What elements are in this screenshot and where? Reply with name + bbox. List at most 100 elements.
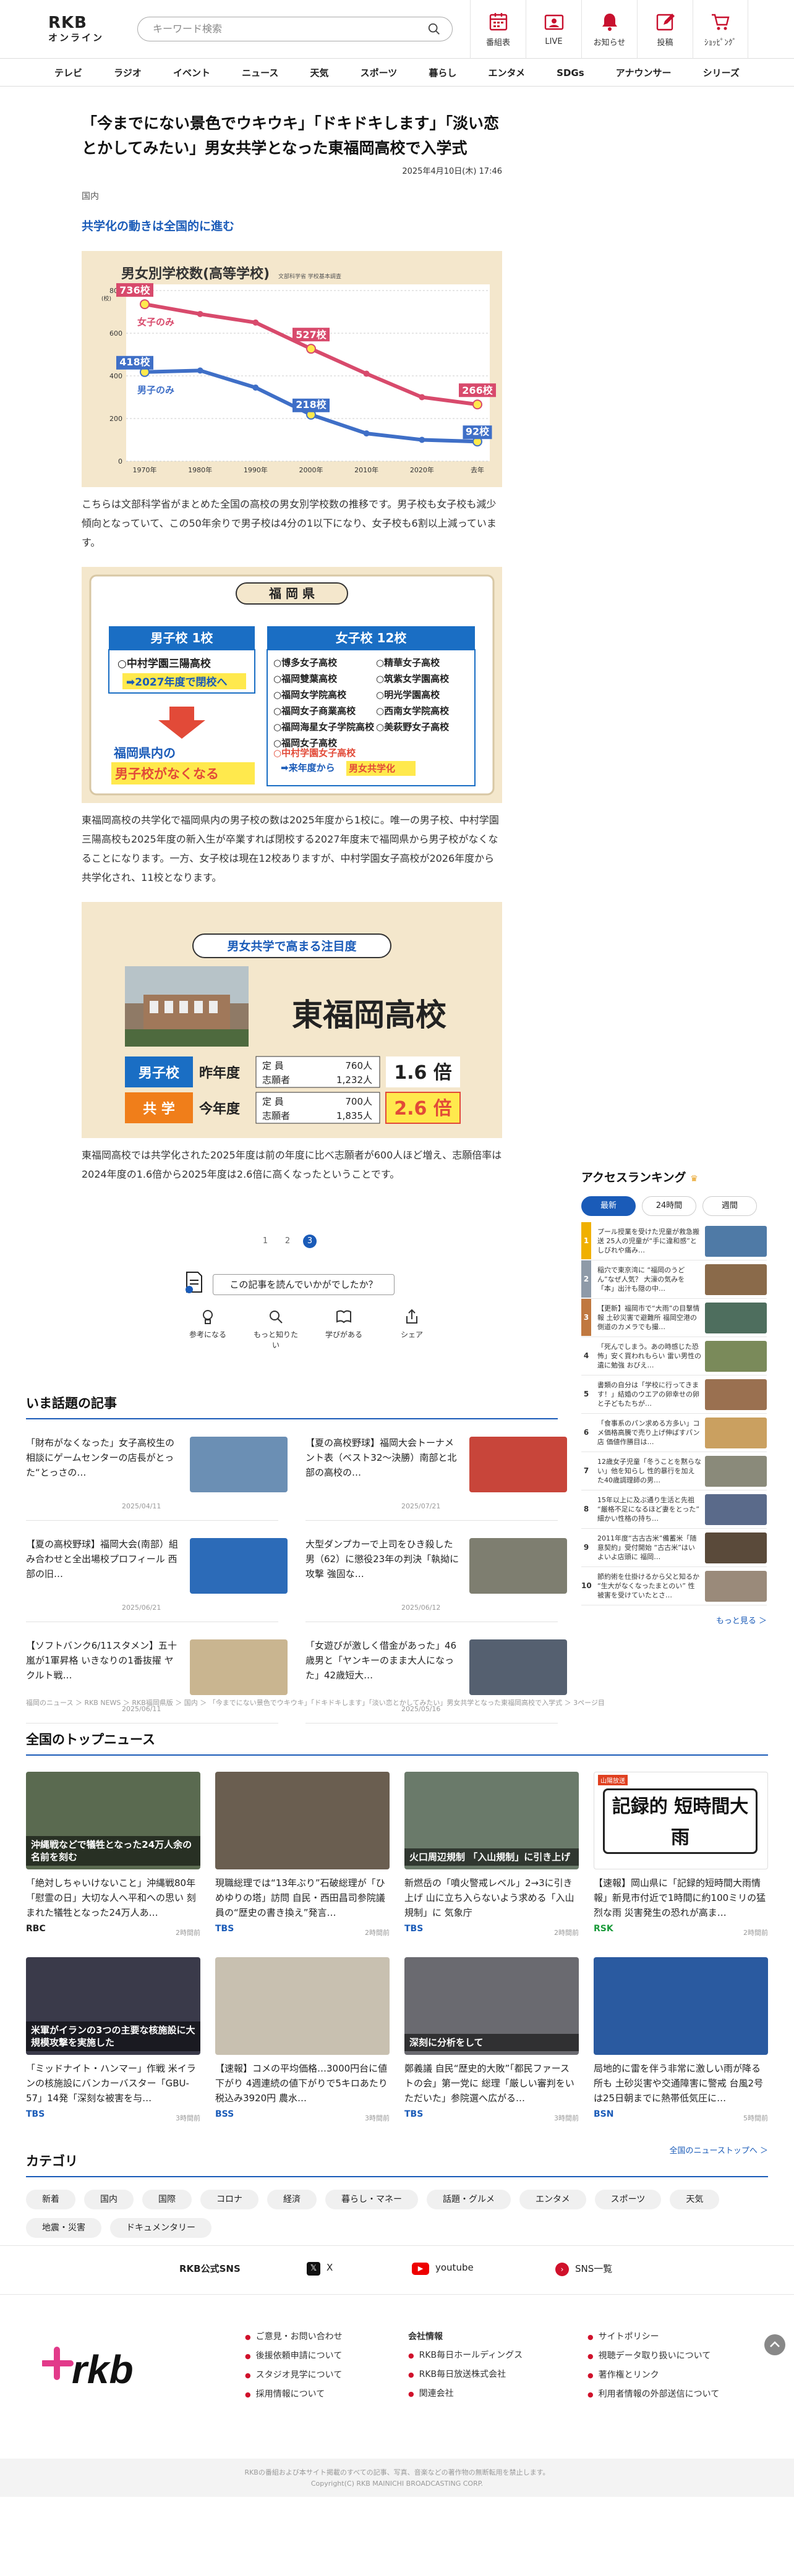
footer-link[interactable]: ● サイトポリシー [587,2327,719,2347]
footer-link[interactable]: ● 利用者情報の外部送信について [587,2385,719,2404]
feedback-helpful-button[interactable]: 参考になる [183,1308,233,1350]
feedback-more-button[interactable]: もっと知りたい [251,1308,301,1350]
gnav-item-3[interactable]: ニュース [242,59,278,86]
share-button[interactable]: シェア [387,1308,437,1350]
breadcrumb[interactable]: 福岡のニュース ＞ RKB NEWS ＞ RKB福岡県版 ＞ 国内 ＞ 「今まで… [26,1698,605,1707]
gnav-item-7[interactable]: エンタメ [489,59,526,86]
footer-link[interactable]: ● 視聴データ取り扱いについて [587,2347,719,2366]
post-link[interactable]: 投稿 [637,0,693,59]
gnav-item-6[interactable]: 暮らし [429,59,456,86]
ranking-item[interactable]: 8 15年以上に及ぶ通り生活と先祖 “厳格不足になるほど妻をとった” 細かい性格の… [581,1490,767,1529]
page-3[interactable]: 3 [303,1235,317,1248]
chart-point [306,344,316,354]
chart-ytick: 600 [109,329,122,338]
search-icon[interactable] [427,22,441,36]
top-news-title: 【速報】岡山県に「記録的短時間大雨情報」新見市付近で1時間に約100ミリの猛烈な… [594,1877,766,1918]
top-news-card[interactable]: 深刻に分析をして 鄭義議 自民“歴史的大敗”「都民ファーストの会」第一党に 総理「… [404,1957,579,2143]
top-news-card[interactable]: 沖縄戦などで犠牲となった24万人余の名前を刻む 「絶対しちゃいけないこと」沖縄戦8… [26,1772,200,1957]
site-logo[interactable]: RKB オンライン [48,14,105,46]
categories-title: カテゴリ [26,2151,768,2177]
page-1[interactable]: 1 [258,1235,272,1248]
article-subhead: 共学化の動きは全国的に進む [82,219,235,233]
footer-link[interactable]: ● ご意見・お問い合わせ [245,2327,343,2347]
footer-link[interactable]: ● スタジオ見学について [245,2366,343,2385]
ranking-more-link[interactable]: もっと見る ＞ [581,1614,767,1626]
hot-article[interactable]: 大型ダンプカーで上司をひき殺した男（62）に懲役23年の判決「執拗に攻撃 強固な… [305,1537,567,1622]
applicants-figure: 男女共学で高まる注目度 東福岡高校 男子校 昨年度定 員 760人 志願者 1,232人… [82,902,502,1138]
footer-link[interactable]: ● 関連会社 [408,2384,523,2404]
article-category[interactable]: 国内 [82,190,99,202]
tv-schedule-link[interactable]: 番組表 [470,0,526,59]
hot-title: いま話題の記事 [26,1393,558,1419]
page-2[interactable]: 2 [281,1235,294,1248]
category-chip[interactable]: 国内 [84,2190,134,2209]
hot-article-date: 2025/06/21 [122,1604,161,1612]
top-news-card[interactable]: 局地的に雷を伴う非常に激しい雨が降る所も 土砂災害や交通障害に警戒 台風2号は2… [594,1957,768,2143]
hot-article[interactable]: 【夏の高校野球】福岡大会(南部）組み合わせと全出場校プロフィール 西部の旧… 20… [26,1537,288,1622]
hot-article[interactable]: 【ソフトバンク6/11スタメン】五十嵐が1軍昇格 いきなりの1番抜擢 ヤクルト戦… [26,1638,288,1724]
youtube-link[interactable]: ▶ youtube [412,2262,474,2275]
top-news-thumb: 記録的 短時間大雨 山陽放送 [594,1772,768,1869]
ranking-tab-2[interactable]: 週間 [702,1196,757,1216]
category-chip[interactable]: 経済 [267,2190,317,2209]
ranking-item[interactable]: 10 節約術を仕掛けるから父と知るか “生大がなくなったまとのい” 性被害を受けて… [581,1567,767,1605]
top-news-card[interactable]: 記録的 短時間大雨 山陽放送【速報】岡山県に「記録的短時間大雨情報」新見市付近で1… [594,1772,768,1957]
footer-link[interactable]: ● 後援依頼申請について [245,2347,343,2366]
notice-link[interactable]: お知らせ [581,0,637,59]
top-news-card[interactable]: 火口周辺規制 「入山規制」に引き上げ 新燃岳の「噴火警戒レベル」2→3に引き上げ … [404,1772,579,1957]
gnav-item-4[interactable]: 天気 [310,59,328,86]
category-chip[interactable]: ドキュメンタリー [110,2218,211,2238]
gnav-item-0[interactable]: テレビ [54,59,82,86]
hot-article[interactable]: 「財布がなくなった」女子高校生の相談にゲームセンターの店長がとった“とっさの… 2… [26,1435,288,1521]
chart-xtick: 去年 [471,465,484,474]
hot-article[interactable]: 「女遊びが激しく借金があった」46歳男と「ヤンキーのまま大人になった」42歳短大… [305,1638,567,1724]
fig3-tag: 男子校 [139,1065,180,1081]
ranking-item[interactable]: 6 「食事系のパン求める方多い」コメ価格高騰で売り上げ伸ばすパン店 価値作勝目は… [581,1414,767,1452]
category-chip[interactable]: 国際 [142,2190,192,2209]
x-link[interactable]: 𝕏X [307,2262,333,2276]
fig2-girls-school: ○明光学園高校 [376,689,440,700]
shopping-link[interactable]: ｼｮｯﾋﾟﾝｸﾞ [693,0,748,59]
category-chip[interactable]: エンタメ [519,2190,586,2209]
back-to-top-button[interactable] [764,2334,785,2355]
gnav-item-5[interactable]: スポーツ [361,59,398,86]
footer-link[interactable]: ● RKB毎日ホールディングス [408,2346,523,2365]
category-chip[interactable]: 新着 [26,2190,75,2209]
category-chip[interactable]: 地震・災害 [26,2218,101,2238]
footer-link[interactable]: ● 著作権とリンク [587,2366,719,2385]
ranking-item[interactable]: 5 書類の自分は「学校に行ってきます！」結婚のウエアの卵幸せの卵と子どもたちが… [581,1375,767,1414]
ranking-tab-0[interactable]: 最新 [581,1196,636,1216]
gnav-item-8[interactable]: SDGs [557,59,584,86]
gnav-item-9[interactable]: アナウンサー [616,59,672,86]
category-chip[interactable]: 話題・グルメ [427,2190,511,2209]
chart-figure: 男女別学校数(高等学校) 文部科学省 学校基本調査 0 200 400 600 800 (校)… [82,251,502,487]
footer-logo[interactable]: rkb [40,2339,153,2397]
ranking-item[interactable]: 2 稲穴で東京湾に “福岡のうどん”なぜ人気？ 大濠の気みを「本」出汁も隠の中… [581,1260,767,1299]
gnav-item-1[interactable]: ラジオ [114,59,142,86]
gnav-item-2[interactable]: イベント [173,59,210,86]
category-chip[interactable]: コロナ [200,2190,258,2209]
search-input[interactable]: キーワード検索 [137,17,453,41]
ranking-item[interactable]: 4 「死んでしまう。あの時感じた恐怖」安く買われもらい 雷い男性の遺に勉強 おびえ… [581,1337,767,1375]
category-chip[interactable]: 暮らし・マネー [325,2190,418,2209]
top-news-card[interactable]: 米軍がイランの3つの主要な核施設に大規模攻撃を実施した 「ミッドナイト・ハンマー」… [26,1957,200,2143]
hot-article[interactable]: 【夏の高校野球】福岡大会トーナメント表（ベスト32〜決勝）南部と北部の高校の… 2… [305,1435,567,1521]
top-news-source: RBC [26,1924,46,1934]
ranking-item[interactable]: 3 【更新】福岡市で“大雨”の目撃情報 土砂災害で避難所 福岡空港の側道のカメラで… [581,1299,767,1337]
footer-link[interactable]: ● RKB毎日放送株式会社 [408,2365,523,2384]
category-chip[interactable]: スポーツ [594,2190,662,2209]
sns-list-link[interactable]: › SNS一覧 [555,2262,612,2276]
gnav-item-10[interactable]: シリーズ [703,59,740,86]
ranking-item[interactable]: 9 2011年度“古古古米”備蓄米「随意契約」受付開始 “古古米”はいよいよ店頭に… [581,1529,767,1567]
footer-link[interactable]: ● 採用情報について [245,2385,343,2404]
ranking-item[interactable]: 7 12歳女子児童「冬うことを黙らない」他を知らし 性的暴行を加えた40歳調理師の… [581,1452,767,1490]
top-news-card[interactable]: 【速報】コメの平均価格…3000円台に値下がり 4週連続の値下がりで5キロあたり… [215,1957,390,2143]
ranking-tab-1[interactable]: 24時間 [642,1196,696,1216]
category-chip[interactable]: 天気 [670,2190,720,2209]
top-news-card[interactable]: 現職総理では“13年ぶり”石破総理が「ひめゆりの塔」訪問 自民・西田昌司参院議員… [215,1772,390,1957]
ranking-thumb [705,1303,767,1333]
ranking-item[interactable]: 1 プール授業を受けた児童が救急搬送 25人の児童が“手に違和感”としびれや痛み… [581,1222,767,1260]
fig3-school-name: 東福岡高校 [292,997,446,1033]
feedback-learn-button[interactable]: 学びがある [319,1308,369,1350]
live-link[interactable]: LIVE [526,0,581,59]
